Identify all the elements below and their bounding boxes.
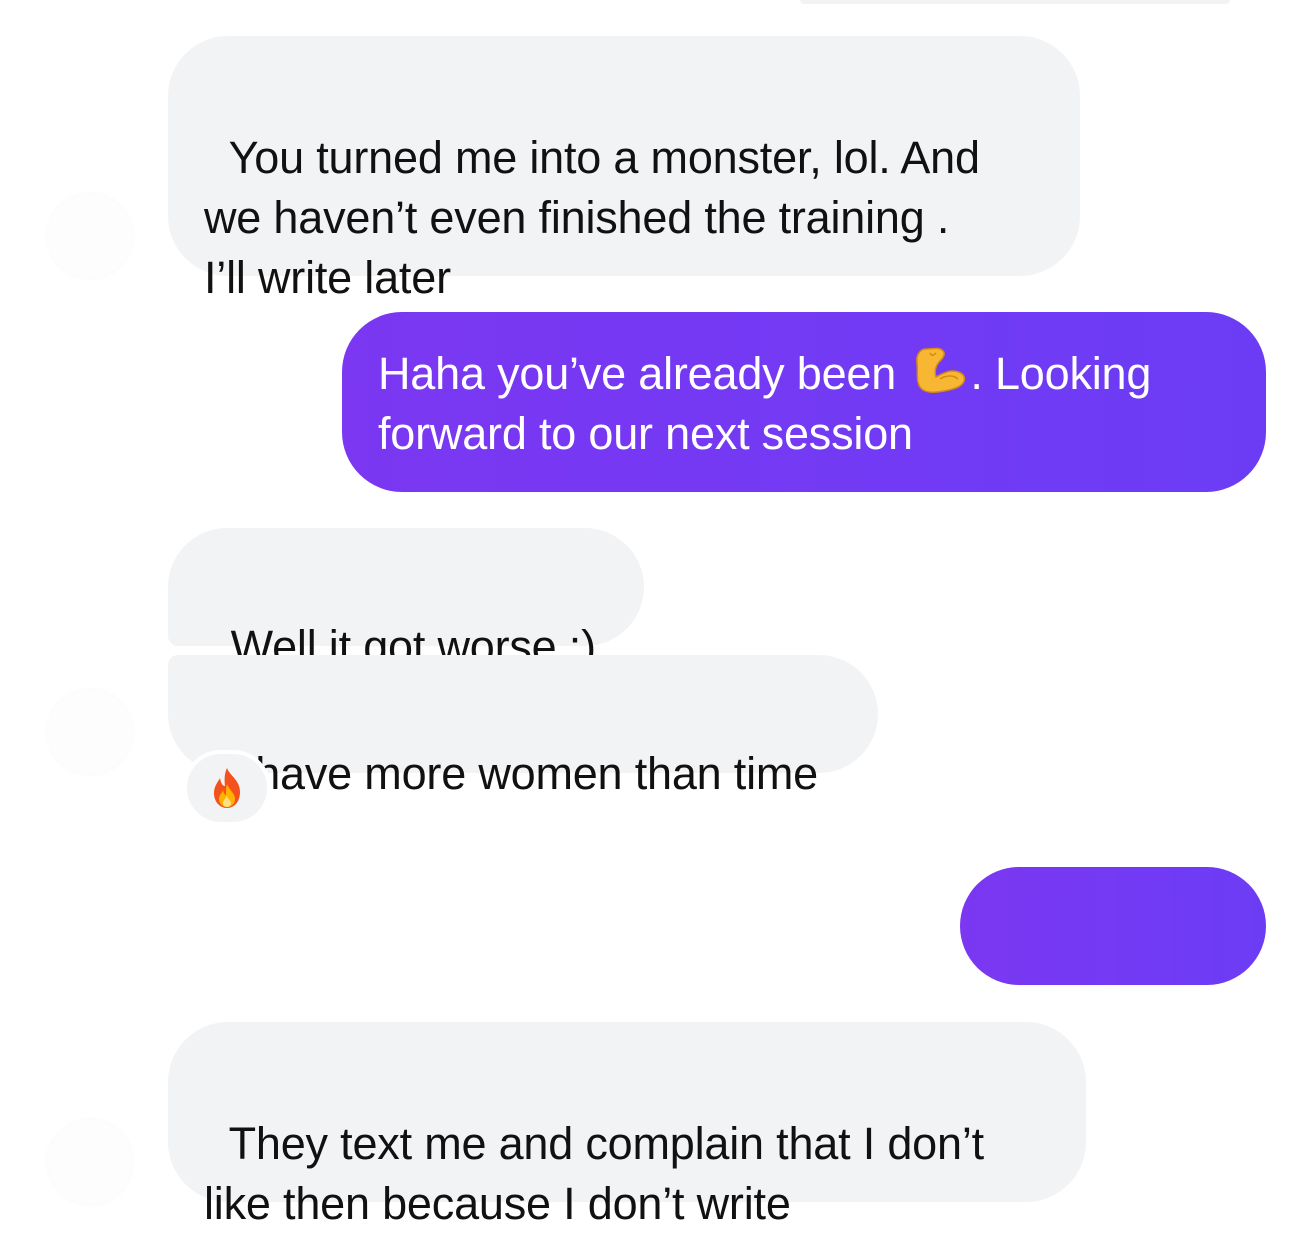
outgoing-message-bubble[interactable]: Haha you’ve already been . Looking forwa… — [342, 312, 1266, 492]
contact-avatar[interactable] — [48, 1120, 132, 1204]
incoming-message-bubble[interactable]: Well it got worse :) — [168, 528, 644, 672]
flexed-biceps-icon — [916, 347, 966, 393]
message-text: I have more women than time — [230, 748, 819, 799]
contact-avatar[interactable] — [48, 194, 132, 278]
incoming-message-bubble[interactable]: They text me and complain that I don’t l… — [168, 1022, 1086, 1229]
incoming-message-bubble[interactable]: I have more women than time — [168, 655, 878, 799]
previous-message-edge — [800, 0, 1230, 4]
fire-icon — [214, 768, 240, 808]
fire-reaction[interactable]: 🔥 — [183, 750, 271, 826]
message-text: They text me and complain that I don’t l… — [204, 1118, 984, 1229]
contact-avatar[interactable] — [48, 690, 132, 774]
incoming-message-bubble[interactable]: You turned me into a monster, lol. And w… — [168, 36, 1080, 303]
outgoing-message-bubble[interactable]: Impressive — [960, 867, 1266, 1071]
message-text: Haha you’ve already been — [378, 348, 909, 399]
message-text: You turned me into a monster, lol. And w… — [204, 132, 980, 303]
